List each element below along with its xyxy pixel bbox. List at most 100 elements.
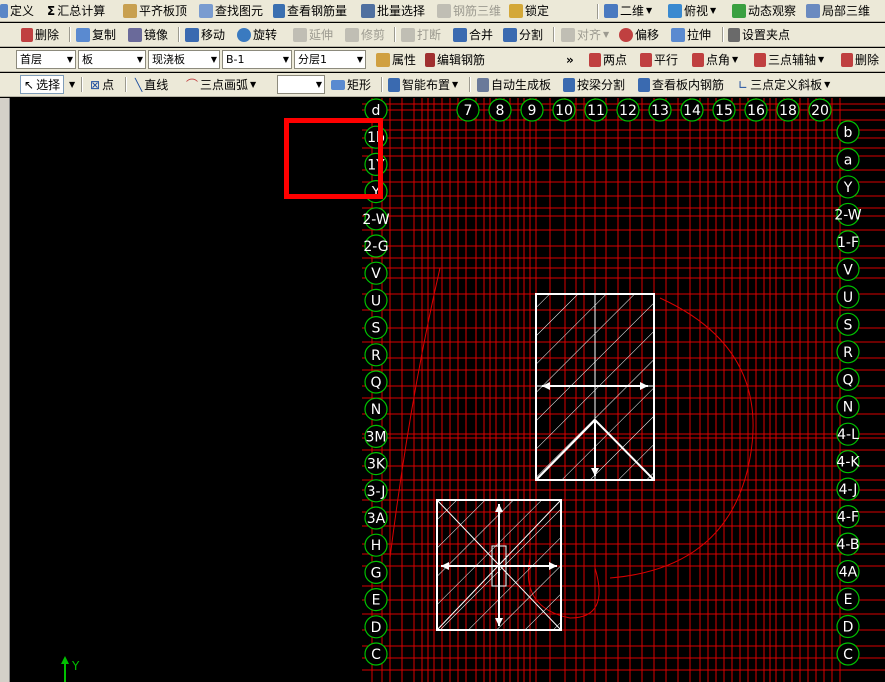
lock-button[interactable]: 锁定 — [509, 0, 549, 21]
trim-button[interactable]: 修剪 — [345, 23, 385, 46]
split-by-beam-button[interactable]: 按梁分割 — [563, 73, 625, 96]
three-point-slope-dropdown[interactable]: ∟ 三点定义斜板 ▼ — [738, 73, 830, 96]
extend-button[interactable]: 延伸 — [293, 23, 333, 46]
delete-aux-button[interactable]: 删除 — [841, 48, 879, 71]
rect-button[interactable]: 矩形 — [331, 73, 371, 96]
axis-bubble[interactable]: C — [836, 642, 860, 666]
axis-bubble[interactable]: 4-F — [836, 505, 860, 529]
point-button[interactable]: ⊠ 点 — [90, 73, 114, 96]
sub-type-select[interactable]: 现浇板 ▼ — [148, 50, 220, 69]
two-points-button[interactable]: 两点 — [589, 48, 627, 71]
arc-dropdown[interactable]: ⌒ 三点画弧 ▼ — [186, 73, 256, 96]
axis-bubble[interactable]: 3A — [364, 506, 388, 530]
axis-bubble[interactable]: 8 — [488, 98, 512, 122]
axis-bubble[interactable]: Q — [836, 367, 860, 391]
axis-bubble[interactable]: E — [836, 587, 860, 611]
properties-button[interactable]: 属性 — [376, 48, 416, 71]
axis-bubble[interactable]: D — [836, 614, 860, 639]
element-type-select[interactable]: 板 ▼ — [78, 50, 146, 69]
edit-rebar-button[interactable]: 编辑钢筋 — [425, 48, 485, 71]
align-dropdown[interactable]: 对齐 ▼ — [561, 23, 609, 46]
define-button[interactable]: 定义 — [0, 0, 34, 21]
axis-bubble[interactable]: a — [836, 147, 860, 172]
axis-bubble[interactable]: 16 — [744, 98, 768, 122]
toolbar-overflow[interactable]: » — [566, 48, 574, 71]
local-3d-button[interactable]: 局部三维 — [806, 0, 870, 21]
axis-bubble[interactable]: E — [364, 588, 388, 612]
axis-bubble[interactable]: 2-W — [362, 207, 390, 231]
axis-bubble[interactable]: 14 — [680, 98, 704, 122]
axis-bubble[interactable]: 7 — [456, 98, 480, 122]
axis-bubble[interactable]: 4-B — [836, 532, 860, 556]
axis-bubble[interactable]: U — [836, 285, 860, 309]
axis-bubble[interactable]: 4-L — [836, 422, 860, 446]
axis-bubble[interactable]: 9 — [520, 98, 544, 122]
axis-bubble[interactable]: 3K — [364, 452, 388, 476]
axis-bubble[interactable]: 20 — [808, 98, 832, 122]
copy-button[interactable]: 复制 — [76, 23, 116, 46]
view-slab-rebar-button[interactable]: 查看板内钢筋 — [638, 73, 724, 96]
axis-bubble[interactable]: S — [836, 312, 860, 336]
axis-bubble[interactable]: 15 — [712, 98, 736, 122]
slab-panel-upper[interactable] — [535, 293, 655, 481]
axis-bubble[interactable]: Q — [364, 370, 388, 394]
axis-bubble[interactable]: G — [364, 560, 388, 584]
slab-panel-lower[interactable] — [436, 499, 562, 631]
view-rebar-qty-button[interactable]: 查看钢筋量 — [273, 0, 347, 21]
line-button[interactable]: ╲ 直线 — [135, 73, 168, 96]
axis-bubble[interactable]: 4-J — [836, 477, 860, 501]
axis-bubble[interactable]: 2-W — [834, 202, 862, 227]
rebar-3d-button[interactable]: 钢筋三维 — [437, 0, 501, 21]
layer-select[interactable]: 分层1 ▼ — [294, 50, 366, 69]
summary-calc-button[interactable]: Σ 汇总计算 — [47, 0, 105, 21]
point-angle-dropdown[interactable]: 点角 ▼ — [692, 48, 738, 71]
arc-mode-select[interactable]: ▼ — [277, 75, 325, 94]
break-button[interactable]: 打断 — [401, 23, 441, 46]
axis-bubble[interactable]: S — [364, 316, 388, 340]
axis-bubble[interactable]: C — [364, 642, 388, 666]
axis-bubble[interactable]: 11 — [584, 98, 608, 122]
batch-select-button[interactable]: 批量选择 — [361, 0, 425, 21]
axis-bubble[interactable]: 3M — [364, 424, 388, 448]
offset-button[interactable]: 偏移 — [619, 23, 659, 46]
align-slab-top-button[interactable]: 平齐板顶 — [123, 0, 187, 21]
axis-bubble[interactable]: 3-J — [364, 479, 388, 503]
set-grip-button[interactable]: 设置夹点 — [728, 23, 790, 46]
dynamic-orbit-button[interactable]: 动态观察 — [732, 0, 796, 21]
floor-select[interactable]: 首层 ▼ — [16, 50, 76, 69]
axis-bubble[interactable]: R — [364, 343, 388, 367]
top-view-dropdown[interactable]: 俯视 ▼ — [668, 0, 716, 21]
three-point-aux-dropdown[interactable]: 三点辅轴 ▼ — [754, 48, 824, 71]
move-button[interactable]: 移动 — [185, 23, 225, 46]
split-button[interactable]: 分割 — [503, 23, 543, 46]
axis-bubble[interactable]: N — [836, 395, 860, 419]
axis-bubble[interactable]: 12 — [616, 98, 640, 122]
smart-layout-dropdown[interactable]: 智能布置 ▼ — [388, 73, 458, 96]
axis-bubble[interactable]: 2-G — [363, 234, 389, 258]
merge-button[interactable]: 合并 — [453, 23, 493, 46]
axis-bubble[interactable]: N — [364, 397, 388, 421]
axis-bubble[interactable]: 18 — [776, 98, 800, 122]
auto-generate-slab-button[interactable]: 自动生成板 — [477, 73, 551, 96]
axis-bubble[interactable]: 10 — [552, 98, 576, 122]
rotate-button[interactable]: 旋转 — [237, 23, 277, 46]
drawing-canvas[interactable]: 7 8 9 10 11 12 13 14 15 16 18 20 d 1b 1Y Y 2-W 2-G V U S R Q N… — [10, 98, 885, 682]
find-element-button[interactable]: 查找图元 — [199, 0, 263, 21]
view-2d-dropdown[interactable]: 二维 ▼ — [604, 0, 652, 21]
axis-bubble[interactable]: 1-F — [836, 230, 860, 254]
axis-bubble[interactable]: 4-K — [836, 450, 860, 474]
axis-bubble[interactable]: V — [836, 257, 860, 281]
axis-bubble[interactable]: H — [364, 533, 388, 557]
element-name-select[interactable]: B-1 ▼ — [222, 50, 292, 69]
axis-bubble[interactable]: 4A — [836, 559, 860, 584]
axis-bubble[interactable]: 13 — [648, 98, 672, 122]
axis-bubble[interactable]: D — [364, 615, 388, 639]
axis-bubble[interactable]: R — [836, 340, 860, 364]
stretch-button[interactable]: 拉伸 — [671, 23, 711, 46]
select-dropdown[interactable]: ▼ — [69, 73, 75, 96]
mirror-button[interactable]: 镜像 — [128, 23, 168, 46]
axis-bubble[interactable]: b — [836, 120, 860, 144]
select-button[interactable]: ↖ 选择 — [20, 75, 65, 94]
axis-bubble[interactable]: Y — [836, 175, 860, 199]
axis-bubble[interactable]: V — [364, 261, 388, 285]
